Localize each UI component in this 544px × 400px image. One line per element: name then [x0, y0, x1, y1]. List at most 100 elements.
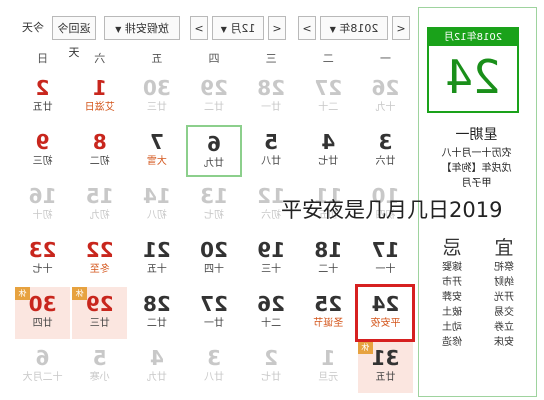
lunar-label: 初八 [146, 210, 167, 221]
lunar-label: 元旦 [318, 372, 339, 383]
day-cell[interactable]: 27 二十 [301, 71, 356, 123]
day-cell[interactable]: 25 圣诞节 [301, 287, 356, 339]
yi-list: 祭祀 纳财 开光 交易 立券 安床 [478, 260, 530, 350]
lunar-label: 冬至 [89, 264, 110, 275]
yi-item: 立券 [494, 322, 514, 333]
day-number: 21 [142, 238, 171, 262]
day-cell[interactable]: 30 廿四休 [15, 287, 71, 339]
day-cell[interactable]: 18 十二 [301, 233, 356, 285]
day-cell[interactable]: 23 十七 [15, 233, 70, 285]
lunar-label: 廿七 [318, 156, 339, 167]
lunar-label: 二十 [261, 318, 282, 329]
ganzhi-month: 甲子月 [461, 178, 492, 189]
day-cell[interactable]: 4 廿九 [129, 341, 184, 393]
day-cell[interactable]: 2 廿五 [15, 71, 70, 123]
day-cell[interactable]: 13 初七 [186, 179, 241, 231]
day-cell[interactable]: 3 廿八 [186, 341, 241, 393]
prev-month-button[interactable]: < [268, 16, 286, 40]
day-cell[interactable]: 6 廿九 [186, 125, 242, 177]
ji-item: 修造 [442, 337, 462, 348]
lunar-label: 初二 [89, 156, 110, 167]
lunar-label: 廿六 [375, 156, 396, 167]
lunar-label: 艾滋日 [84, 102, 115, 113]
lunar-label: 廿七 [261, 372, 282, 383]
day-cell[interactable]: 7 大雪 [129, 125, 184, 177]
lunar-label: 廿三 [89, 318, 110, 329]
lunar-label: 初十 [32, 210, 53, 221]
day-number: 6 [207, 132, 221, 156]
day-cell[interactable]: 26 十九 [358, 71, 413, 123]
lunar-label: 初七 [204, 210, 225, 221]
yi-title: 宜 [494, 237, 514, 259]
day-cell[interactable]: 27 廿一 [186, 287, 241, 339]
lunar-label: 二十 [318, 102, 339, 113]
day-cell[interactable]: 4 廿七 [301, 125, 356, 177]
day-number: 17 [371, 238, 400, 262]
day-number: 18 [314, 238, 343, 262]
day-number: 2 [264, 346, 279, 370]
day-cell[interactable]: 29 廿二 [186, 71, 241, 123]
day-cell[interactable]: 16 初十 [15, 179, 70, 231]
day-number: 25 [314, 292, 343, 316]
day-cell[interactable]: 3 廿六 [358, 125, 413, 177]
day-cell[interactable]: 17 十一 [358, 233, 413, 285]
day-cell[interactable]: 14 初八 [129, 179, 184, 231]
day-cell[interactable]: 19 十三 [244, 233, 299, 285]
day-cell[interactable]: 1 元旦 [301, 341, 356, 393]
ji-item: 动土 [442, 322, 462, 333]
rest-badge: 休 [15, 287, 31, 300]
day-cell[interactable]: 21 十五 [129, 233, 184, 285]
day-number: 20 [200, 238, 228, 262]
calendar-toolbar: < 2018年 ▼ > < 12月 ▼ > 放假安排 ▼ 返回今天 今天 [14, 16, 414, 59]
day-cell[interactable]: 22 冬至 [72, 233, 127, 285]
day-number: 15 [85, 184, 114, 208]
day-cell[interactable]: 20 十四 [186, 233, 241, 285]
lunar-label: 廿二 [146, 318, 167, 329]
day-cell[interactable]: 9 初三 [15, 125, 70, 177]
year-select[interactable]: 2018年 ▼ [320, 16, 388, 40]
today-button[interactable]: 今天 [16, 16, 50, 40]
lunar-label: 初九 [89, 210, 110, 221]
lunar-label: 廿三 [146, 102, 167, 113]
yi-item: 安床 [494, 337, 514, 348]
weekday-header: 四 [208, 52, 220, 65]
holiday-select[interactable]: 放假安排 ▼ [104, 16, 180, 40]
lunar-label: 十五 [146, 264, 167, 275]
day-cell[interactable]: 5 小寒 [72, 341, 127, 393]
day-number: 22 [85, 238, 114, 262]
date-card: 2018年12月 24 [427, 27, 519, 113]
day-cell[interactable]: 30 廿三 [129, 71, 184, 123]
day-cell[interactable]: 15 初九 [72, 179, 127, 231]
day-number: 26 [371, 76, 400, 100]
day-number: 5 [92, 346, 107, 370]
year-select-value: 2018年 [339, 22, 379, 35]
lunar-label: 十三 [261, 264, 282, 275]
day-cell[interactable]: 28 廿二 [129, 287, 184, 339]
day-cell[interactable]: 8 初二 [72, 125, 127, 177]
lunar-label: 大雪 [146, 156, 167, 167]
day-cell[interactable]: 31 廿五休 [357, 341, 413, 393]
lunar-label: 廿五 [32, 102, 53, 113]
next-year-button[interactable]: > [298, 16, 316, 40]
prev-year-button[interactable]: < [392, 16, 410, 40]
day-cell[interactable]: 1 艾滋日 [72, 71, 127, 123]
lunar-label: 十二 [318, 264, 339, 275]
yi-item: 开光 [494, 292, 514, 303]
day-cell[interactable]: 6 十二月大 [15, 341, 70, 393]
next-month-button[interactable]: > [190, 16, 208, 40]
day-cell[interactable]: 2 廿七 [244, 341, 299, 393]
back-today-button[interactable]: 返回今天 [52, 16, 96, 59]
day-cell[interactable]: 26 二十 [244, 287, 299, 339]
day-cell[interactable]: 5 廿八 [244, 125, 299, 177]
lunar-label: 廿一 [204, 318, 225, 329]
rest-badge: 休 [357, 341, 373, 354]
day-number: 1 [92, 76, 107, 100]
day-number: 5 [264, 130, 279, 154]
lunar-label: 十七 [32, 264, 53, 275]
day-number: 4 [321, 130, 336, 154]
month-select[interactable]: 12月 ▼ [212, 16, 264, 40]
weekday-header: 五 [151, 52, 163, 65]
day-cell[interactable]: 29 廿三休 [72, 287, 128, 339]
day-number: 29 [200, 76, 228, 100]
day-cell[interactable]: 28 廿一 [244, 71, 299, 123]
